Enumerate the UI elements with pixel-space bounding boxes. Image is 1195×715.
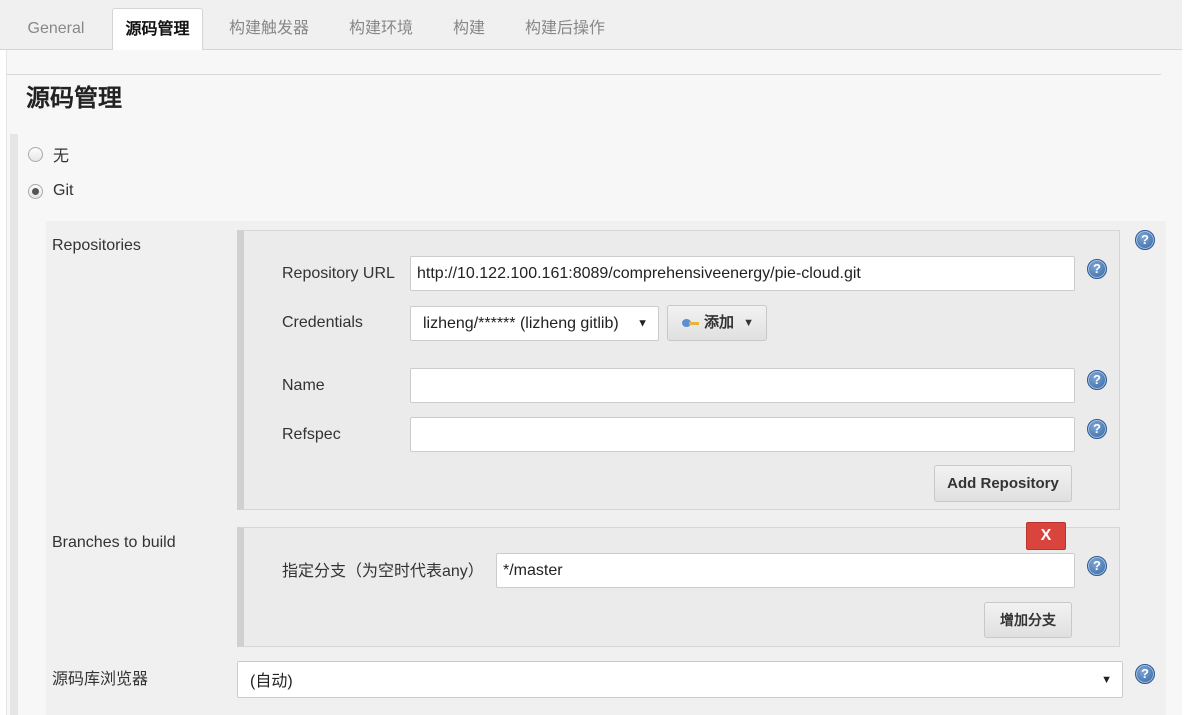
credentials-label: Credentials	[282, 314, 363, 331]
tab-build[interactable]: 构建	[440, 8, 498, 50]
section-title: 源码管理	[26, 85, 122, 112]
branches-label: Branches to build	[52, 534, 176, 551]
radio-none[interactable]	[28, 146, 43, 162]
repository-url-input[interactable]: http://10.122.100.161:8089/comprehensive…	[410, 256, 1075, 291]
chevron-down-icon: ▼	[743, 317, 754, 329]
section-divider	[6, 74, 1161, 75]
credentials-select[interactable]: lizheng/****** (lizheng gitlib) ▼	[410, 306, 659, 341]
add-credentials-label: 添加	[704, 314, 735, 331]
section-left-bar	[10, 134, 18, 715]
repository-browser-select[interactable]: (自动) ▼	[237, 661, 1123, 698]
tab-build-environment[interactable]: 构建环境	[336, 8, 426, 50]
scm-git-label: Git	[53, 182, 74, 199]
scm-none-label: 无	[53, 148, 70, 165]
repository-browser-help-icon[interactable]: ?	[1135, 664, 1155, 684]
scm-option-git[interactable]: Git	[28, 180, 73, 202]
radio-git[interactable]	[28, 183, 43, 199]
repositories-help-icon[interactable]: ?	[1135, 230, 1155, 250]
tab-post-build-actions[interactable]: 构建后操作	[512, 8, 618, 50]
refspec-label: Refspec	[282, 426, 341, 443]
repository-url-help-icon[interactable]: ?	[1087, 259, 1107, 279]
tab-build-triggers[interactable]: 构建触发器	[218, 8, 320, 50]
delete-branch-button[interactable]: X	[1026, 522, 1066, 550]
key-icon	[682, 317, 700, 329]
credentials-value: lizheng/****** (lizheng gitlib)	[423, 315, 619, 332]
repositories-label: Repositories	[52, 237, 141, 254]
refspec-help-icon[interactable]: ?	[1087, 419, 1107, 439]
add-repository-button[interactable]: Add Repository	[934, 465, 1072, 502]
branch-spec-input[interactable]: */master	[496, 553, 1075, 588]
name-help-icon[interactable]: ?	[1087, 370, 1107, 390]
repository-browser-label: 源码库浏览器	[52, 671, 149, 688]
branch-spec-help-icon[interactable]: ?	[1087, 556, 1107, 576]
tab-general[interactable]: General	[14, 8, 98, 50]
name-input[interactable]	[410, 368, 1075, 403]
branch-spec-label: 指定分支（为空时代表any）	[282, 563, 484, 580]
dropdown-arrow-icon: ▼	[637, 317, 648, 329]
repository-url-label: Repository URL	[282, 265, 395, 282]
scm-option-none[interactable]: 无	[28, 143, 69, 165]
tab-bar: General 源码管理 构建触发器 构建环境 构建 构建后操作	[0, 0, 1182, 51]
add-branch-button[interactable]: 增加分支	[984, 602, 1072, 638]
dropdown-arrow-icon: ▼	[1101, 673, 1112, 686]
add-credentials-button[interactable]: 添加 ▼	[667, 305, 767, 341]
tab-source-management[interactable]: 源码管理	[112, 8, 203, 51]
name-label: Name	[282, 377, 325, 394]
repository-browser-value: (自动)	[250, 673, 293, 690]
refspec-input[interactable]	[410, 417, 1075, 452]
